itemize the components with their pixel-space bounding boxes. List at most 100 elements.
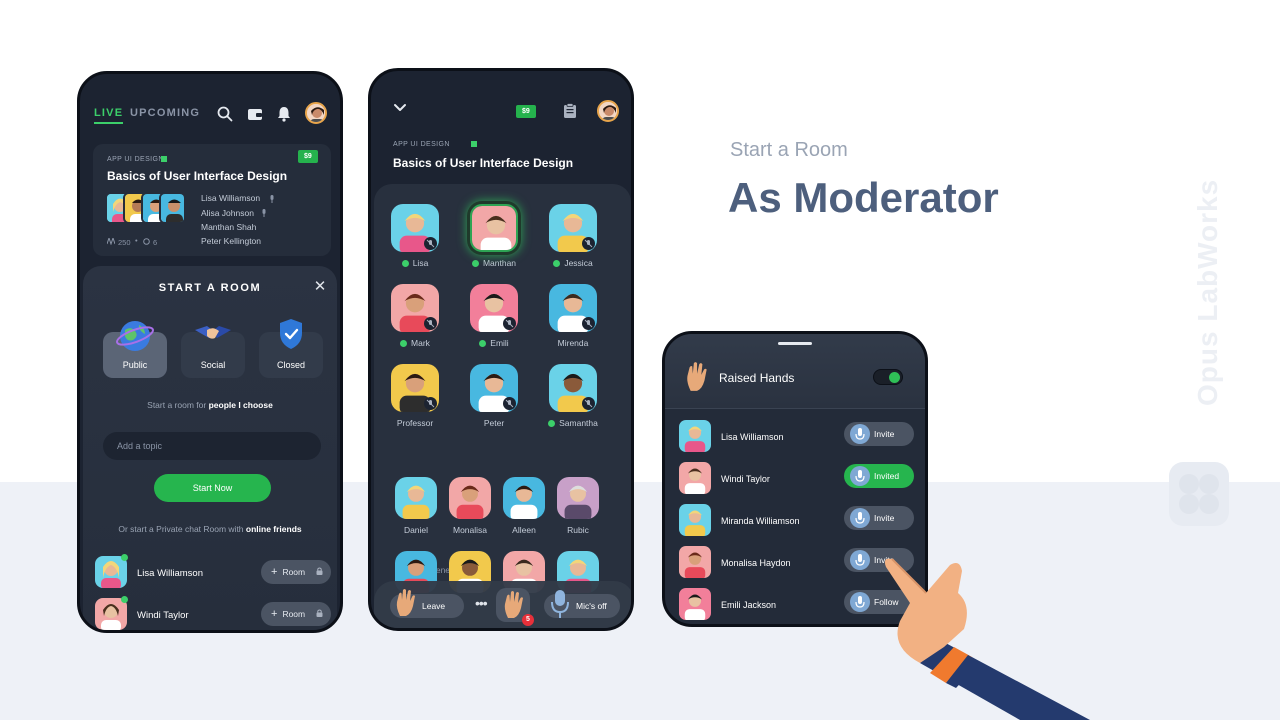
mic-toggle-button[interactable]: Mic's off: [544, 590, 620, 618]
search-icon[interactable]: [216, 105, 234, 123]
start-now-button[interactable]: Start Now: [154, 474, 271, 502]
invite-button[interactable]: Invite: [844, 506, 914, 530]
globe-icon: [116, 321, 154, 351]
speaker-count: 6: [153, 238, 158, 247]
tab-upcoming[interactable]: UPCOMING: [130, 107, 200, 119]
type-label: Social: [200, 360, 226, 370]
speaker-tile[interactable]: Manthan: [465, 204, 523, 268]
moderator-icon: [401, 260, 409, 267]
room-tag: APP UI DESIGN: [107, 156, 164, 163]
mic-icon: [850, 424, 870, 444]
speaker-tile[interactable]: Lisa: [386, 204, 444, 268]
bell-icon[interactable]: [275, 105, 293, 123]
invited-button[interactable]: Invited: [844, 464, 914, 488]
toggle-knob: [889, 372, 900, 383]
phone-start-room: LIVE UPCOMING APP UI DESIGN $9 Basics of…: [77, 71, 343, 633]
speaker-tile[interactable]: Samantha: [544, 364, 602, 428]
plus-icon: +: [271, 608, 278, 620]
room-card[interactable]: APP UI DESIGN $9 Basics of User Interfac…: [93, 144, 331, 256]
speaker-tile[interactable]: Peter: [465, 364, 523, 428]
type-public[interactable]: Public: [103, 321, 167, 378]
listener-tile[interactable]: Alleen: [501, 477, 547, 535]
listener-avatar: [395, 477, 437, 519]
speaker-tile[interactable]: Mark: [386, 284, 444, 348]
audience-hint[interactable]: Start a room for people I choose: [83, 400, 337, 410]
type-closed[interactable]: Closed: [259, 319, 323, 378]
room-invite-button[interactable]: + Room: [261, 602, 331, 626]
action-label: Invited: [874, 471, 900, 481]
speaker-tile[interactable]: Professor: [386, 364, 444, 428]
avatar[interactable]: [597, 100, 619, 122]
listener-name: Monalisa: [452, 525, 488, 535]
wallet-icon[interactable]: [246, 105, 264, 123]
listener-tile[interactable]: Rubic: [555, 477, 601, 535]
raised-hands-toggle[interactable]: [873, 369, 903, 385]
mic-off-icon: [582, 397, 595, 410]
speaker-tile[interactable]: Emili: [465, 284, 523, 348]
panel-header: Raised Hands: [665, 334, 925, 409]
speaker-tile[interactable]: Jessica: [544, 204, 602, 268]
leave-button[interactable]: Leave: [390, 589, 464, 618]
moderator-icon: [400, 340, 408, 347]
raised-hands-button[interactable]: 5: [496, 588, 534, 626]
speaker-avatar: [391, 364, 439, 412]
avatar: [679, 462, 711, 494]
clipboard-icon[interactable]: [563, 103, 577, 119]
room-invite-button[interactable]: + Room: [261, 560, 331, 584]
mic-off-icon: [424, 317, 437, 330]
more-icon[interactable]: •••: [475, 595, 488, 611]
listener-tile[interactable]: Daniel: [393, 477, 439, 535]
invite-button[interactable]: Invite: [844, 422, 914, 446]
handshake-icon: [195, 326, 231, 339]
speaker-name: Emili: [465, 338, 523, 348]
mic-off-icon: [503, 397, 516, 410]
price-badge: $9: [298, 150, 318, 163]
top-bar: LIVE UPCOMING: [80, 74, 340, 134]
speaker-name-text: Mirenda: [557, 338, 589, 348]
listener-name: Rubic: [567, 525, 589, 535]
type-label: Public: [122, 360, 148, 370]
mic-icon: [850, 508, 870, 528]
listener-avatar: [449, 477, 491, 519]
chevron-down-icon[interactable]: [393, 103, 407, 113]
flag-icon: [161, 156, 167, 162]
close-icon[interactable]: ✕: [313, 279, 327, 294]
avatar[interactable]: [305, 102, 327, 124]
hand-wave-icon: [396, 589, 415, 616]
speaker-name: Alisa Johnson: [201, 208, 254, 218]
tab-live[interactable]: LIVE: [94, 107, 124, 124]
online-indicator: [121, 554, 128, 561]
user-name: Windi Taylor: [721, 474, 770, 484]
room-title: Basics of User Interface Design: [107, 169, 288, 183]
speaker-avatar: [391, 284, 439, 332]
moderator-icon: [471, 260, 479, 267]
flag-icon: [471, 141, 477, 147]
hint-text: Start a room for: [147, 400, 209, 410]
hand-raise-icon: [504, 591, 523, 618]
user-name: Lisa Williamson: [721, 432, 784, 442]
hint-link[interactable]: people I choose: [209, 400, 273, 410]
lock-icon: [316, 567, 323, 575]
plus-icon: +: [271, 566, 278, 578]
friend-name: Lisa Williamson: [137, 568, 203, 579]
speaker-avatar: [549, 284, 597, 332]
speaker-name: Professor: [386, 418, 444, 428]
speaker-tile[interactable]: Mirenda: [544, 284, 602, 348]
drag-handle[interactable]: [778, 342, 812, 345]
raised-hand-row: Monalisa Haydon Invite: [679, 546, 914, 580]
phone-room-stage: $9 APP UI DESIGN Basics of User Interfac…: [368, 68, 634, 631]
listener-tile[interactable]: Monalisa: [447, 477, 493, 535]
brand-watermark: Opus LabWorks: [1192, 178, 1223, 406]
shield-icon: [280, 319, 302, 349]
listener-name: Alleen: [512, 525, 536, 535]
topic-input[interactable]: [103, 432, 321, 460]
speaker-name: Samantha: [544, 418, 602, 428]
speaker-name: Peter: [465, 418, 523, 428]
raised-hand-row: Emili Jackson Follow: [679, 588, 914, 622]
price-badge: $9: [516, 105, 536, 118]
sheet-title: START A ROOM: [158, 282, 262, 294]
type-social[interactable]: Social: [181, 326, 245, 378]
online-friends-link[interactable]: online friends: [246, 524, 302, 534]
private-hint-text: Or start a Private chat Room with: [118, 524, 246, 534]
speaker-name: Manthan: [465, 258, 523, 268]
